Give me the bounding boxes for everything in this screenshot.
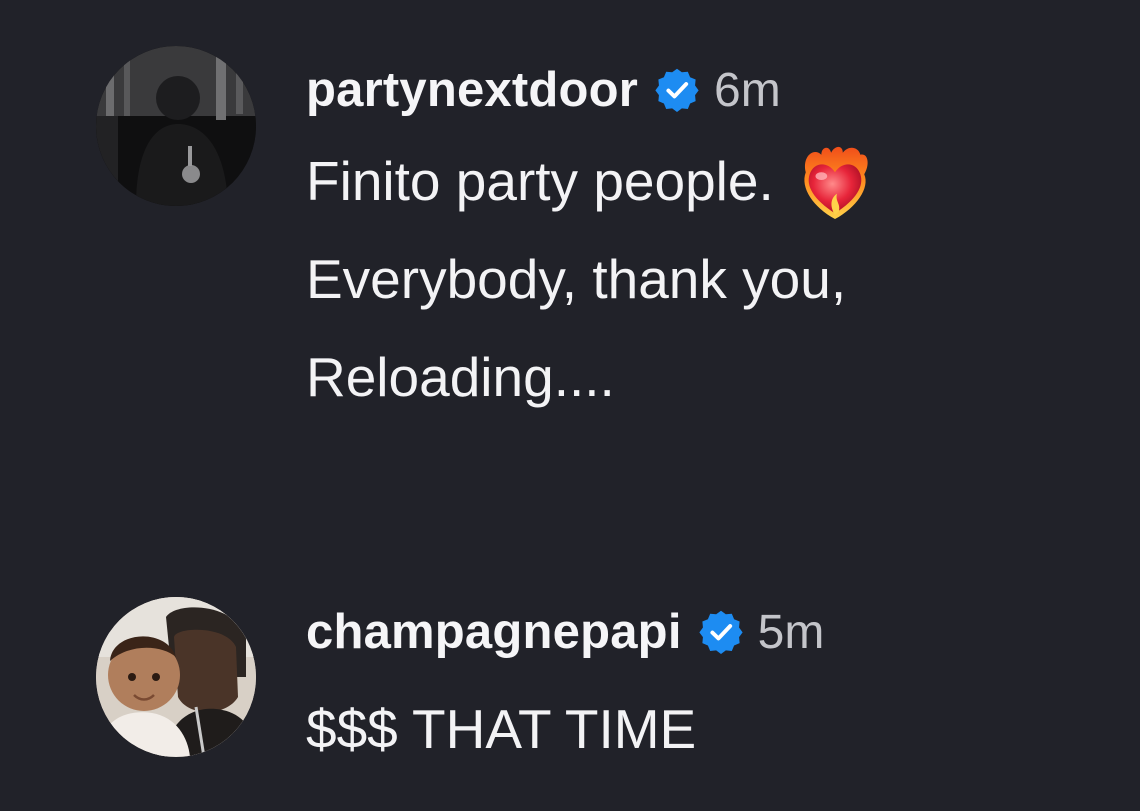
heart-on-fire-icon [796,142,874,222]
comment-header: partynextdoor 6m [306,60,781,120]
comment-text: $$$ THAT TIME [306,680,696,778]
comment-line: Finito party people. [306,132,874,230]
comment-item: champagnepapi 5m $$$ THAT TIME [0,520,1140,811]
comment-line: $$$ THAT TIME [306,698,697,760]
comment-text: Finito party people. Everybody, thank yo… [306,132,874,426]
avatar[interactable] [96,597,256,757]
timestamp: 5m [757,605,825,659]
comment-header: champagnepapi 5m [306,602,824,662]
avatar-photo [96,597,256,757]
avatar-photo [96,46,256,206]
comment-line-text: Finito party people. [306,150,774,212]
comment-line: Reloading.... [306,346,615,408]
username[interactable]: champagnepapi [306,604,682,660]
verified-badge-icon [654,67,700,113]
comment-item: partynextdoor 6m Finito party people. Ev… [0,0,1140,520]
timestamp: 6m [714,63,781,117]
avatar[interactable] [96,46,256,206]
verified-badge-icon [698,609,744,655]
username[interactable]: partynextdoor [306,62,638,118]
comment-line: Everybody, thank you, [306,248,847,310]
